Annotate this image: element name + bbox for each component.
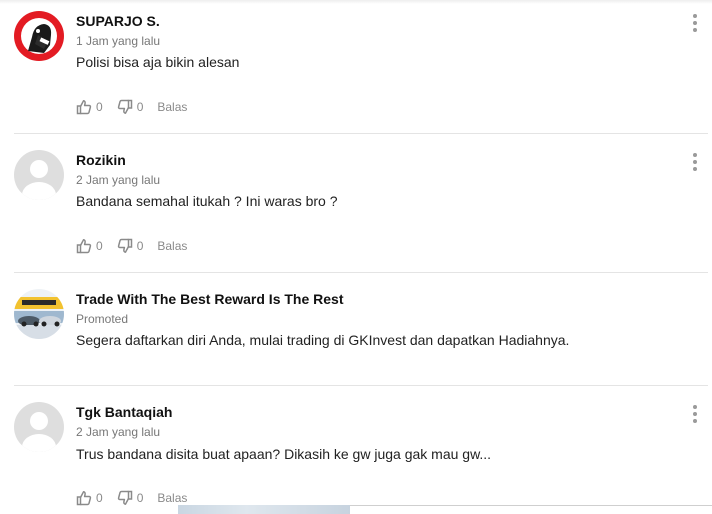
comment-text: Trus bandana disita buat apaan? Dikasih …	[76, 446, 492, 462]
partial-image	[178, 505, 350, 514]
like-button[interactable]: 0	[76, 490, 103, 506]
like-count: 0	[96, 100, 103, 114]
dislike-count: 0	[136, 239, 144, 253]
thumbs-down-icon	[117, 238, 132, 253]
reply-button[interactable]: Balas	[157, 491, 187, 505]
like-count: 0	[96, 239, 103, 253]
like-button[interactable]: 0	[76, 99, 103, 115]
promo-image-icon	[14, 289, 64, 339]
comment-time: 2 Jam yang lalu	[76, 425, 161, 439]
dislike-button[interactable]: 0	[117, 238, 144, 254]
reply-button[interactable]: Balas	[157, 100, 187, 114]
default-user-avatar-icon	[14, 150, 64, 200]
user-avatar-icon	[14, 11, 64, 61]
divider	[350, 505, 712, 506]
default-user-avatar-icon	[14, 402, 64, 452]
comment-actions: 0 0 Balas	[76, 237, 187, 255]
divider	[14, 133, 708, 134]
like-count: 0	[96, 491, 103, 505]
dislike-button[interactable]: 0	[117, 99, 144, 115]
divider	[14, 385, 708, 386]
promoted-label: Promoted	[76, 312, 129, 326]
like-button[interactable]: 0	[76, 238, 103, 254]
more-vertical-icon[interactable]	[689, 14, 701, 32]
thumbs-down-icon	[117, 99, 132, 114]
comment-actions: 0 0 Balas	[76, 489, 187, 507]
promoted-thumbnail[interactable]	[14, 289, 64, 339]
comment-author[interactable]: Tgk Bantaqiah	[76, 404, 172, 420]
more-vertical-icon[interactable]	[689, 153, 701, 171]
avatar[interactable]	[14, 150, 64, 200]
thumbs-up-icon	[76, 239, 92, 254]
avatar[interactable]	[14, 402, 64, 452]
comment-time: 2 Jam yang lalu	[76, 173, 161, 187]
promoted-title[interactable]: Trade With The Best Reward Is The Rest	[76, 291, 344, 307]
comment-author[interactable]: SUPARJO S.	[76, 13, 160, 29]
thumbs-down-icon	[117, 490, 132, 505]
top-shadow	[0, 0, 712, 4]
comment-text: Polisi bisa aja bikin alesan	[76, 54, 240, 70]
dislike-button[interactable]: 0	[117, 490, 144, 506]
more-vertical-icon[interactable]	[689, 405, 701, 423]
comment-time: 1 Jam yang lalu	[76, 34, 161, 48]
avatar[interactable]	[14, 11, 64, 61]
dislike-count: 0	[136, 100, 144, 114]
reply-button[interactable]: Balas	[157, 239, 187, 253]
comment-actions: 0 0 Balas	[76, 98, 187, 116]
dislike-count: 0	[136, 491, 144, 505]
promoted-text[interactable]: Segera daftarkan diri Anda, mulai tradin…	[76, 332, 569, 348]
thumbs-up-icon	[76, 100, 92, 115]
comment-author[interactable]: Rozikin	[76, 152, 126, 168]
comment-text: Bandana semahal itukah ? Ini waras bro ?	[76, 193, 338, 209]
divider	[14, 272, 708, 273]
comments-panel: SUPARJO S. 1 Jam yang lalu Polisi bisa a…	[0, 0, 712, 514]
thumbs-up-icon	[76, 491, 92, 506]
